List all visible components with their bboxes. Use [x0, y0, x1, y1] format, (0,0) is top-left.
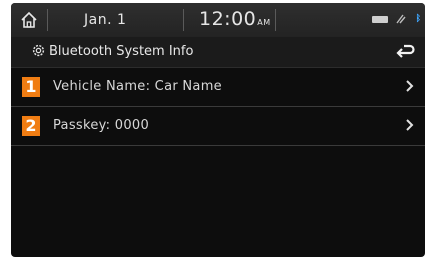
status-divider — [275, 9, 276, 31]
chevron-right-icon — [406, 80, 414, 92]
date-display: Jan. 1 — [84, 12, 127, 28]
title-bar: Bluetooth System Info — [11, 37, 425, 68]
clock-display: 12:00AM — [199, 8, 271, 30]
status-divider — [47, 9, 48, 31]
item-number-badge: 2 — [22, 116, 40, 136]
bluetooth-status-icon: ᛒ — [415, 14, 421, 24]
status-bar: Jan. 1 12:00AM ᛒ — [11, 3, 425, 37]
list-item-passkey[interactable]: 2 Passkey: 0000 — [11, 107, 425, 146]
gear-icon — [32, 44, 45, 57]
status-divider — [183, 9, 184, 31]
signal-icon — [396, 14, 406, 24]
list-item-vehicle-name[interactable]: 1 Vehicle Name: Car Name — [11, 68, 425, 107]
infotainment-screen: Jan. 1 12:00AM ᛒ Bluetooth System Info 1… — [11, 3, 425, 257]
vehicle-name-label: Vehicle Name: Car Name — [53, 79, 222, 94]
passkey-label: Passkey: 0000 — [53, 118, 150, 133]
battery-icon — [371, 15, 388, 23]
status-icons: ᛒ — [371, 14, 421, 24]
back-button[interactable] — [395, 42, 417, 62]
home-icon — [21, 11, 37, 28]
item-number-badge: 1 — [22, 77, 40, 97]
clock-time: 12:00 — [199, 8, 257, 30]
clock-ampm: AM — [257, 18, 271, 27]
chevron-right-icon — [406, 119, 414, 131]
page-title: Bluetooth System Info — [49, 44, 194, 59]
home-button[interactable] — [11, 3, 47, 37]
back-arrow-icon — [396, 44, 415, 58]
